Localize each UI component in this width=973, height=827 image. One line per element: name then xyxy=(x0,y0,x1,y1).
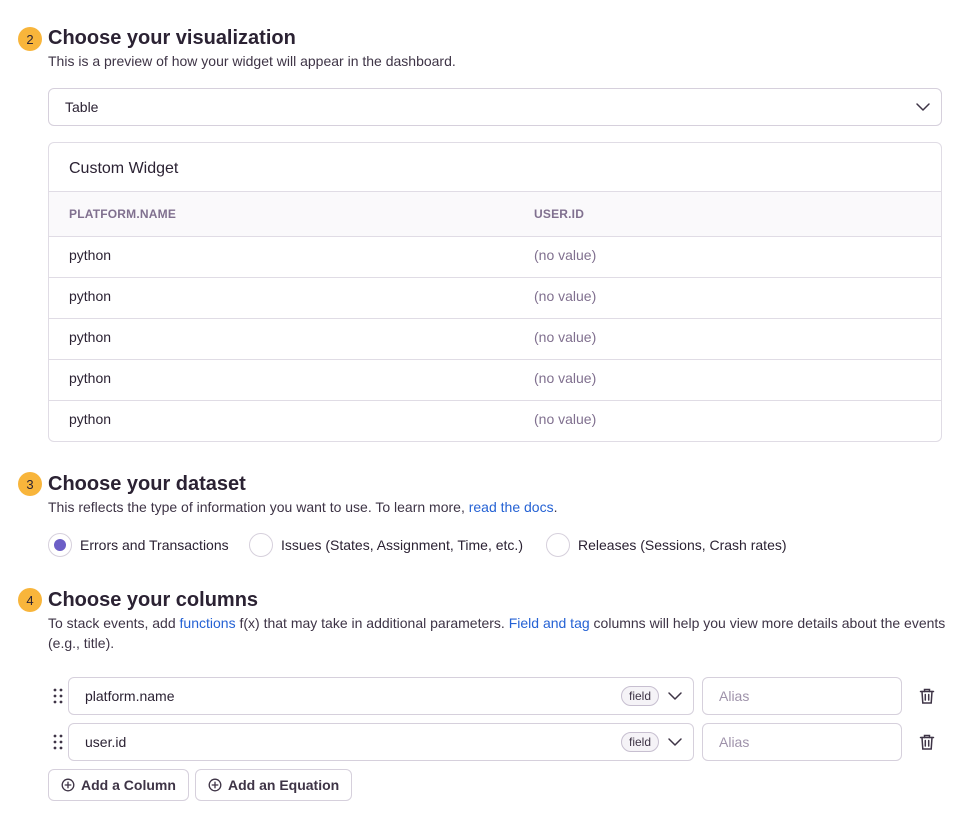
column-header: PLATFORM.NAME xyxy=(69,207,177,221)
step-2-badge: 2 xyxy=(18,27,42,51)
column-header: USER.ID xyxy=(534,207,585,221)
add-equation-label: Add an Equation xyxy=(228,777,340,793)
radio-dot xyxy=(54,539,66,551)
radio-label: Errors and Transactions xyxy=(80,537,229,553)
step-3-description: This reflects the type of information yo… xyxy=(48,497,557,517)
table-cell: (no value) xyxy=(534,370,597,386)
table-row: python (no value) xyxy=(49,401,941,441)
functions-link[interactable]: functions xyxy=(180,615,236,631)
widget-preview: Custom Widget PLATFORM.NAME USER.ID pyth… xyxy=(48,142,942,442)
step-3-title: Choose your dataset xyxy=(48,473,246,495)
table-cell: (no value) xyxy=(534,247,597,263)
step-3-badge: 3 xyxy=(18,472,42,496)
description-text: . xyxy=(553,499,558,515)
table-cell: python xyxy=(69,288,112,304)
add-column-label: Add a Column xyxy=(81,777,176,793)
radio-label: Releases (Sessions, Crash rates) xyxy=(578,537,787,553)
chevron-down-icon xyxy=(668,738,682,746)
step-4-description: To stack events, add functions f(x) that… xyxy=(48,613,948,653)
radio-button[interactable] xyxy=(546,533,570,557)
column-field-value: user.id xyxy=(85,734,127,750)
column-field-select[interactable]: platform.name field xyxy=(68,677,694,715)
description-text: This reflects the type of information yo… xyxy=(48,499,469,515)
description-text: To stack events, add xyxy=(48,615,180,631)
trash-icon[interactable] xyxy=(918,687,936,705)
radio-issues[interactable]: Issues (States, Assignment, Time, etc.) xyxy=(249,533,523,557)
table-cell: python xyxy=(69,247,112,263)
table-cell: (no value) xyxy=(534,329,597,345)
radio-label: Issues (States, Assignment, Time, etc.) xyxy=(281,537,523,553)
table-row: python (no value) xyxy=(49,278,941,319)
table-cell: (no value) xyxy=(534,288,597,304)
add-equation-button[interactable]: Add an Equation xyxy=(195,769,353,801)
table-row: python (no value) xyxy=(49,237,941,278)
add-circle-icon xyxy=(61,778,75,792)
column-field-value: platform.name xyxy=(85,688,175,704)
add-circle-icon xyxy=(208,778,222,792)
description-text: f(x) that may take in additional paramet… xyxy=(235,615,509,631)
table-cell: python xyxy=(69,411,112,427)
table-cell: python xyxy=(69,329,112,345)
table-cell: (no value) xyxy=(534,411,597,427)
step-4-badge: 4 xyxy=(18,588,42,612)
chevron-down-icon xyxy=(668,692,682,700)
chevron-down-icon xyxy=(916,103,930,111)
table-cell: python xyxy=(69,370,112,386)
radio-releases[interactable]: Releases (Sessions, Crash rates) xyxy=(546,533,787,557)
trash-icon[interactable] xyxy=(918,733,936,751)
radio-errors-and-transactions[interactable]: Errors and Transactions xyxy=(48,533,229,557)
field-tag-badge: field xyxy=(621,686,660,706)
alias-input[interactable] xyxy=(702,677,902,715)
table-row: python (no value) xyxy=(49,360,941,401)
drag-handle-icon[interactable] xyxy=(52,733,64,751)
field-and-tag-link[interactable]: Field and tag xyxy=(509,615,590,631)
add-column-button[interactable]: Add a Column xyxy=(48,769,189,801)
field-tag-badge: field xyxy=(621,732,660,752)
column-row: platform.name field xyxy=(48,677,942,715)
radio-button-selected[interactable] xyxy=(48,533,72,557)
visualization-select-value: Table xyxy=(65,99,99,115)
table-header: PLATFORM.NAME USER.ID xyxy=(49,191,941,237)
alias-input[interactable] xyxy=(702,723,902,761)
visualization-select[interactable]: Table xyxy=(48,88,942,126)
radio-button[interactable] xyxy=(249,533,273,557)
widget-title: Custom Widget xyxy=(69,160,179,177)
step-2-title: Choose your visualization xyxy=(48,27,296,49)
drag-handle-icon[interactable] xyxy=(52,687,64,705)
column-row: user.id field xyxy=(48,723,942,761)
column-field-select[interactable]: user.id field xyxy=(68,723,694,761)
step-4-title: Choose your columns xyxy=(48,589,259,611)
step-2-description: This is a preview of how your widget wil… xyxy=(48,53,456,69)
table-row: python (no value) xyxy=(49,319,941,360)
read-the-docs-link[interactable]: read the docs xyxy=(469,499,554,515)
